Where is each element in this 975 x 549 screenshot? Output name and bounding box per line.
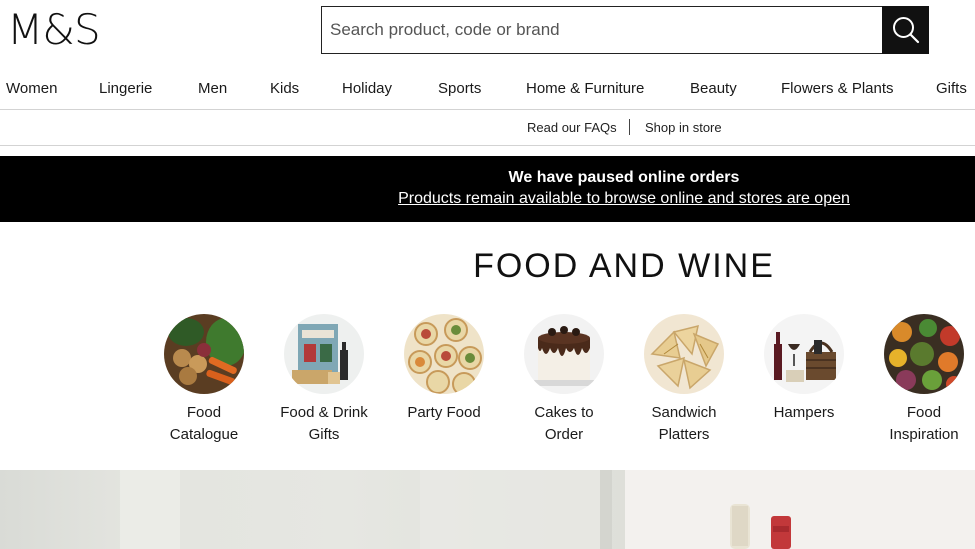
food-drink-gifts-image: [284, 314, 364, 394]
nav-item-home-furniture[interactable]: Home & Furniture: [526, 80, 644, 97]
search-bar: [321, 6, 929, 54]
category-label: Food & Drink Gifts: [280, 404, 368, 443]
page: M&S Women Lingerie Men Kids Holiday Spor…: [0, 0, 975, 549]
nav-item-holiday[interactable]: Holiday: [342, 80, 392, 97]
category-sandwich-platters[interactable]: Sandwich Platters: [629, 314, 739, 446]
hero-left-graphic: [120, 470, 612, 549]
category-food-drink-gifts[interactable]: Food & Drink Gifts: [269, 314, 379, 446]
wine-bottles-graphic: [730, 504, 791, 549]
party-food-image: [404, 314, 484, 394]
category-label: Sandwich Platters: [651, 404, 717, 443]
nav-item-lingerie[interactable]: Lingerie: [99, 80, 152, 97]
main-nav: Women Lingerie Men Kids Holiday Sports H…: [0, 70, 975, 110]
hero-image-right[interactable]: [625, 470, 975, 549]
cakes-image: [524, 314, 604, 394]
nav-item-sports[interactable]: Sports: [438, 80, 481, 97]
nav-item-kids[interactable]: Kids: [270, 80, 299, 97]
banner-link[interactable]: Products remain available to browse onli…: [0, 190, 975, 208]
utility-divider: [629, 119, 630, 135]
category-party-food[interactable]: Party Food: [389, 314, 499, 424]
category-label: Cakes to Order: [534, 404, 594, 443]
category-cakes-to-order[interactable]: Cakes to Order: [509, 314, 619, 446]
shop-in-store-link[interactable]: Shop in store: [645, 120, 722, 135]
nav-item-flowers-plants[interactable]: Flowers & Plants: [781, 80, 894, 97]
food-catalogue-image: [164, 314, 244, 394]
search-icon: [892, 17, 919, 44]
hero-image-left[interactable]: [0, 470, 625, 549]
search-input[interactable]: [321, 6, 882, 54]
search-button[interactable]: [882, 6, 929, 54]
faqs-link[interactable]: Read our FAQs: [527, 120, 617, 135]
nav-item-beauty[interactable]: Beauty: [690, 80, 737, 97]
category-label: Party Food: [407, 404, 481, 421]
banner-title: We have paused online orders: [508, 169, 740, 186]
utility-links: Read our FAQs Shop in store: [0, 111, 975, 146]
category-label: Food Catalogue: [169, 404, 239, 443]
sandwich-platters-image: [644, 314, 724, 394]
hampers-image: [764, 314, 844, 394]
category-food-inspiration[interactable]: Food Inspiration: [869, 314, 975, 446]
nav-item-gifts[interactable]: Gifts: [936, 80, 967, 97]
paused-orders-banner: We have paused online orders Products re…: [0, 156, 975, 222]
category-food-catalogue[interactable]: Food Catalogue: [149, 314, 259, 446]
food-inspiration-image: [884, 314, 964, 394]
ms-logo[interactable]: M&S: [7, 8, 101, 52]
category-label: Food Inspiration: [889, 404, 959, 443]
category-hampers[interactable]: Hampers: [749, 314, 859, 424]
page-title: FOOD AND WINE: [473, 247, 775, 285]
nav-item-women[interactable]: Women: [6, 80, 57, 97]
nav-item-men[interactable]: Men: [198, 80, 227, 97]
category-label: Hampers: [773, 404, 835, 421]
